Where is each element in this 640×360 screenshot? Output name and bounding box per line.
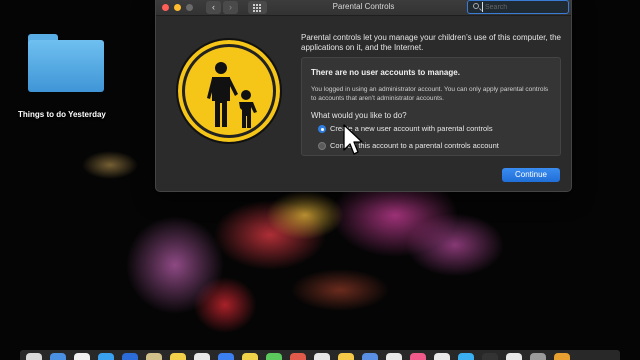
search-field[interactable]: [467, 0, 569, 14]
parental-controls-window: ‹ › Parental Controls Parental controls …: [155, 0, 572, 192]
dock-app-icon[interactable]: [386, 353, 402, 360]
radio-button-selected[interactable]: [318, 125, 326, 133]
dock-app-icon[interactable]: [482, 353, 498, 360]
search-input[interactable]: [482, 2, 566, 12]
dock-app-icon[interactable]: [506, 353, 522, 360]
dock-app-icon[interactable]: [458, 353, 474, 360]
dock-app-icon[interactable]: [50, 353, 66, 360]
panel-question: What would you like to do?: [311, 111, 407, 120]
desktop-folder-label[interactable]: Things to do Yesterday: [18, 110, 118, 119]
radio-button[interactable]: [318, 142, 326, 150]
dock-app-icon[interactable]: [338, 353, 354, 360]
dock-app-icon[interactable]: [146, 353, 162, 360]
dock-app-icon[interactable]: [194, 353, 210, 360]
desktop-folder-icon[interactable]: [28, 34, 104, 92]
continue-button[interactable]: Continue: [502, 168, 560, 182]
dock-app-icon[interactable]: [170, 353, 186, 360]
title-bar[interactable]: ‹ › Parental Controls: [156, 0, 571, 16]
dock-app-icon[interactable]: [362, 353, 378, 360]
panel-heading: There are no user accounts to manage.: [311, 68, 460, 77]
dock-app-icon[interactable]: [26, 353, 42, 360]
dock-app-icon[interactable]: [434, 353, 450, 360]
intro-text: Parental controls let you manage your ch…: [301, 33, 561, 52]
dock-app-icon[interactable]: [218, 353, 234, 360]
mouse-pointer-icon: [343, 124, 363, 163]
dock-app-icon[interactable]: [122, 353, 138, 360]
dock-app-icon[interactable]: [290, 353, 306, 360]
dock-app-icon[interactable]: [314, 353, 330, 360]
dock-app-icon[interactable]: [242, 353, 258, 360]
parental-controls-icon: [176, 38, 282, 144]
accounts-panel: There are no user accounts to manage. Yo…: [301, 57, 561, 156]
dock-app-icon[interactable]: [410, 353, 426, 360]
dock-app-icon[interactable]: [554, 353, 570, 360]
panel-body-text: You logged in using an administrator acc…: [311, 86, 549, 102]
search-icon: [473, 3, 479, 9]
dock-app-icon[interactable]: [98, 353, 114, 360]
dock-app-icon[interactable]: [74, 353, 90, 360]
dock-app-icon[interactable]: [266, 353, 282, 360]
dock-app-icon[interactable]: [530, 353, 546, 360]
